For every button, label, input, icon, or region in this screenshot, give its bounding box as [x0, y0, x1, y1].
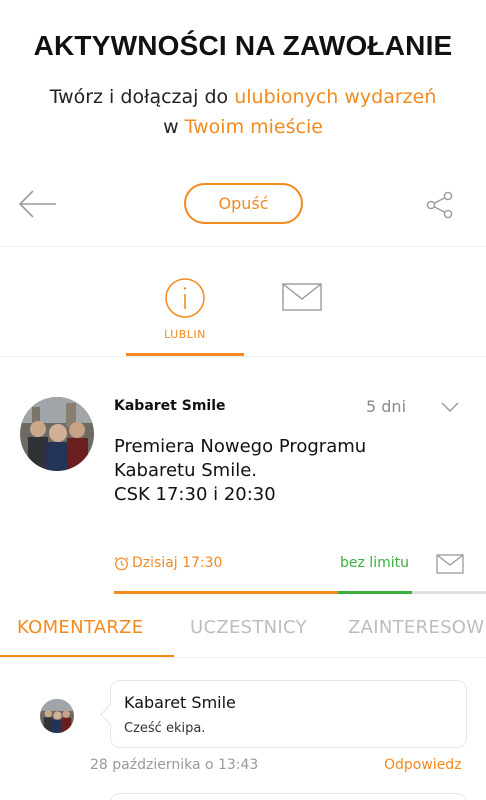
participant-limit: bez limitu: [340, 555, 409, 571]
avatar[interactable]: [40, 699, 74, 733]
comment-bubble-next: [110, 793, 467, 800]
tab-comments[interactable]: KOMENTARZE: [17, 617, 143, 638]
clock-icon: [114, 557, 129, 571]
comment-item: Kabaret Smile Cześć ekipa. 28 październi…: [0, 659, 486, 800]
tab-participants[interactable]: UCZESTNICY: [190, 617, 307, 638]
comment-tabs: KOMENTARZE UCZESTNICY ZAINTERESOW: [0, 606, 486, 658]
promo-subtitle-prefix-2: w: [163, 116, 185, 138]
avatar-photo: [40, 699, 74, 733]
avatar-photo: [20, 397, 94, 471]
tab-info[interactable]: LUBLIN: [126, 247, 244, 356]
event-meta: Dzisiaj 17:30 bez limitu: [114, 554, 486, 594]
tab-interested[interactable]: ZAINTERESOW: [348, 617, 484, 638]
post-author[interactable]: Kabaret Smile: [114, 398, 226, 414]
envelope-icon[interactable]: [282, 283, 322, 311]
event-section-tabs: LUBLIN: [0, 247, 486, 357]
promo-subtitle-accent-2: Twoim mieście: [184, 116, 323, 138]
promo-subtitle-accent: ulubionych wydarzeń: [234, 86, 437, 108]
limit-progress-bar: [338, 591, 412, 594]
leave-button[interactable]: Opuść: [184, 183, 303, 224]
comment-text: Cześć ekipa.: [124, 721, 206, 736]
envelope-icon[interactable]: [436, 554, 464, 574]
avatar[interactable]: [20, 397, 94, 471]
promo-subtitle-prefix: Twórz i dołączaj do: [49, 86, 235, 108]
promo-banner: AKTYWNOŚCI NA ZAWOŁANIE Twórz i dołączaj…: [0, 0, 486, 165]
event-time: Dzisiaj 17:30: [132, 555, 223, 571]
reply-button[interactable]: Odpowiedz: [384, 757, 462, 773]
share-icon[interactable]: [426, 191, 454, 219]
comment-date: 28 października o 13:43: [90, 757, 259, 773]
time-progress-bar: [114, 591, 338, 594]
tab-info-label: LUBLIN: [164, 328, 206, 341]
post-text-line-3: CSK 17:30 i 20:30: [114, 484, 276, 505]
chevron-down-icon[interactable]: [441, 401, 459, 413]
post-text-line-2: Kabaretu Smile.: [114, 460, 257, 481]
comment-bubble: Kabaret Smile Cześć ekipa.: [110, 680, 467, 748]
arrow-left-icon[interactable]: [18, 189, 58, 219]
tab-active-indicator: [0, 655, 174, 657]
post-text-line-1: Premiera Nowego Programu: [114, 436, 367, 457]
promo-subtitle: Twórz i dołączaj do ulubionych wydarzeń …: [0, 82, 486, 142]
post-age: 5 dni: [366, 397, 407, 416]
post-text: Premiera Nowego Programu Kabaretu Smile.…: [114, 435, 454, 507]
progress-bar-track: [412, 591, 486, 594]
comment-author[interactable]: Kabaret Smile: [124, 693, 236, 712]
info-circle-icon: [165, 278, 205, 318]
event-toolbar: Opuść: [0, 165, 486, 247]
promo-title: AKTYWNOŚCI NA ZAWOŁANIE: [33, 30, 453, 61]
